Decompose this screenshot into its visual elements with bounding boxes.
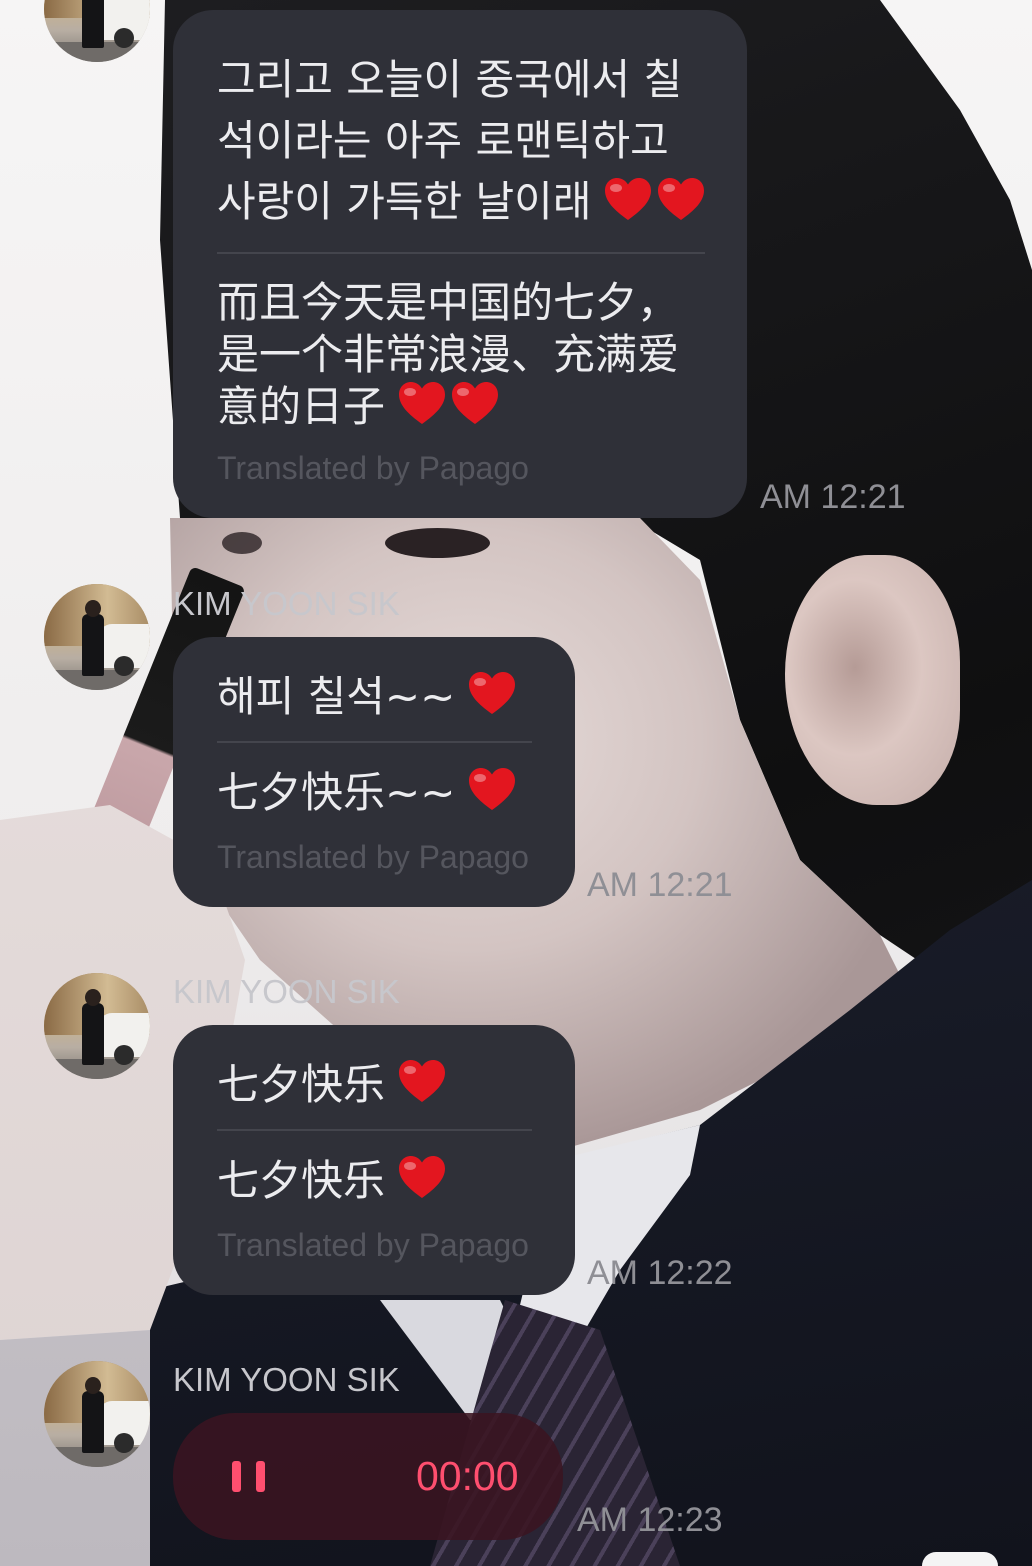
emoji-hearts bbox=[467, 671, 517, 715]
message-line: 而且今天是中国的七夕， bbox=[217, 273, 679, 327]
message-timestamp: AM 12:21 bbox=[760, 478, 906, 516]
translation-divider bbox=[217, 252, 705, 254]
avatar-photo bbox=[114, 28, 134, 48]
translated-text: 七夕快乐~~ bbox=[217, 759, 517, 819]
avatar-photo bbox=[114, 1045, 134, 1065]
translation-credit: Translated by Papago bbox=[217, 1227, 529, 1263]
avatar-photo bbox=[85, 600, 101, 617]
avatar-photo bbox=[82, 614, 104, 676]
message-timestamp: AM 12:23 bbox=[577, 1501, 723, 1539]
floating-button[interactable] bbox=[922, 1552, 998, 1566]
red-heart-icon bbox=[469, 672, 516, 714]
message-text: 七夕快乐 bbox=[217, 1155, 386, 1205]
message-line: 七夕快乐 bbox=[217, 1147, 447, 1207]
message-line: 是一个非常浪漫、充满爱 bbox=[217, 325, 679, 379]
voice-message-bubble[interactable]: 00:00 bbox=[173, 1413, 563, 1540]
pause-bar bbox=[232, 1461, 241, 1492]
red-heart-icon bbox=[399, 382, 446, 424]
translation-credit: Translated by Papago bbox=[217, 839, 529, 875]
message-line: 七夕快乐 bbox=[217, 1051, 447, 1111]
message-text: 意的日子 bbox=[217, 381, 386, 431]
avatar-photo bbox=[82, 0, 104, 48]
message-bubble[interactable]: 七夕快乐 七夕快乐 Translated by Papago bbox=[173, 1025, 575, 1295]
avatar-photo bbox=[85, 1377, 101, 1394]
avatar[interactable] bbox=[44, 973, 150, 1079]
avatar[interactable] bbox=[44, 584, 150, 690]
message-text: 석이라는 아주 로맨틱하고 bbox=[217, 116, 669, 165]
avatar[interactable] bbox=[44, 1361, 150, 1467]
avatar-photo bbox=[82, 1003, 104, 1065]
message-line: 七夕快乐~~ bbox=[217, 759, 517, 819]
emoji-hearts bbox=[397, 1155, 447, 1199]
red-heart-icon bbox=[469, 768, 516, 810]
avatar[interactable] bbox=[44, 0, 150, 62]
translated-text: 而且今天是中国的七夕， 是一个非常浪漫、充满爱 意的日子 bbox=[217, 273, 679, 431]
message-bubble[interactable]: 해피 칠석~~ 七夕快乐~~ Translated by Papago bbox=[173, 637, 575, 907]
emoji-hearts bbox=[397, 1059, 447, 1103]
original-text: 그리고 오늘이 중국에서 칠 석이라는 아주 로맨틱하고 사랑이 가득한 날이래 bbox=[217, 46, 706, 229]
message-line: 사랑이 가득한 날이래 bbox=[217, 168, 706, 229]
avatar-photo bbox=[85, 989, 101, 1006]
emoji-hearts bbox=[603, 177, 706, 221]
translated-text: 七夕快乐 bbox=[217, 1147, 447, 1207]
translation-divider bbox=[217, 741, 532, 743]
red-heart-icon bbox=[658, 177, 705, 220]
pause-bar bbox=[256, 1461, 265, 1492]
voice-duration: 00:00 bbox=[416, 1453, 519, 1499]
original-text: 해피 칠석~~ bbox=[217, 663, 517, 723]
emoji-hearts bbox=[397, 381, 500, 425]
red-heart-icon bbox=[605, 177, 652, 220]
avatar-photo bbox=[82, 1391, 104, 1453]
message-text: 七夕快乐 bbox=[217, 1059, 386, 1109]
translation-credit: Translated by Papago bbox=[217, 450, 529, 486]
original-text: 七夕快乐 bbox=[217, 1051, 447, 1111]
message-timestamp: AM 12:21 bbox=[587, 866, 733, 904]
message-line: 석이라는 아주 로맨틱하고 bbox=[217, 107, 706, 168]
chat-message-list: 그리고 오늘이 중국에서 칠 석이라는 아주 로맨틱하고 사랑이 가득한 날이래… bbox=[0, 0, 1032, 1566]
message-text: 七夕快乐~~ bbox=[217, 767, 456, 817]
message-bubble[interactable]: 그리고 오늘이 중국에서 칠 석이라는 아주 로맨틱하고 사랑이 가득한 날이래… bbox=[173, 10, 747, 518]
avatar-photo bbox=[114, 656, 134, 676]
red-heart-icon bbox=[399, 1060, 446, 1102]
emoji-hearts bbox=[467, 767, 517, 811]
message-line: 해피 칠석~~ bbox=[217, 663, 517, 723]
message-text: 사랑이 가득한 날이래 bbox=[217, 177, 592, 226]
sender-name: KIM YOON SIK bbox=[173, 585, 400, 622]
pause-icon[interactable] bbox=[232, 1461, 265, 1492]
message-text: 해피 칠석~~ bbox=[217, 671, 456, 721]
red-heart-icon bbox=[399, 1156, 446, 1198]
message-text: 그리고 오늘이 중국에서 칠 bbox=[217, 55, 683, 104]
message-line: 그리고 오늘이 중국에서 칠 bbox=[217, 46, 706, 107]
sender-name: KIM YOON SIK bbox=[173, 1361, 400, 1398]
red-heart-icon bbox=[452, 382, 499, 424]
message-line: 意的日子 bbox=[217, 377, 679, 431]
message-timestamp: AM 12:22 bbox=[587, 1254, 733, 1292]
sender-name: KIM YOON SIK bbox=[173, 973, 400, 1010]
avatar-photo bbox=[114, 1433, 134, 1453]
translation-divider bbox=[217, 1129, 532, 1131]
